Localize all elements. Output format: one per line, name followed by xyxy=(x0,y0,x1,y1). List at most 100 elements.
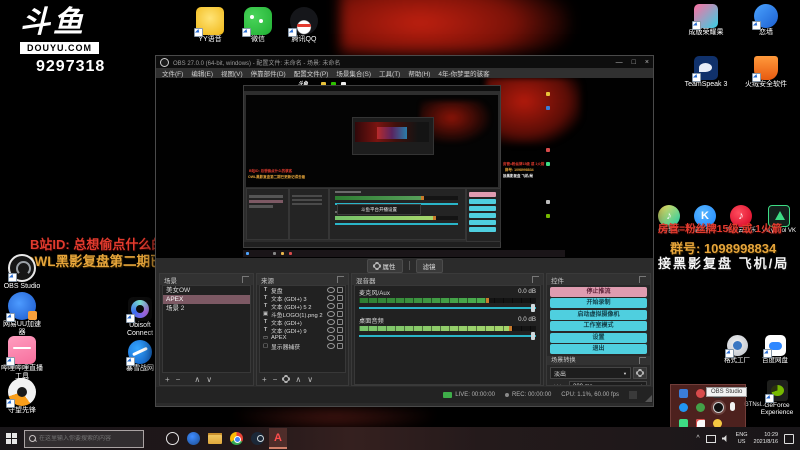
dock-pin-icon[interactable] xyxy=(337,276,344,283)
lock-icon[interactable] xyxy=(337,319,343,325)
source-row[interactable]: T 文本 (GDI+) 9 xyxy=(260,326,345,335)
source-properties-icon[interactable] xyxy=(283,376,290,382)
source-row[interactable]: ▢ 显示器捕获 xyxy=(260,342,345,351)
desktop-icon-yy[interactable]: YY语音 xyxy=(188,7,232,44)
duration-stepper[interactable]: 300 ms▲▼ xyxy=(569,381,647,385)
edge-icon[interactable] xyxy=(187,432,200,445)
volume-tray-icon[interactable] xyxy=(721,435,727,442)
scenes-list[interactable]: 美女OW APEX 场景 2 xyxy=(162,285,251,373)
lock-icon[interactable] xyxy=(337,287,343,293)
tray-app-icon[interactable] xyxy=(696,389,705,398)
file-explorer-icon[interactable] xyxy=(208,433,222,444)
maximize-button[interactable]: □ xyxy=(632,59,636,66)
transition-select[interactable]: 淡出 ▼ xyxy=(550,367,631,379)
action-center-icon[interactable] xyxy=(784,433,794,444)
scene-item[interactable]: 美女OW xyxy=(163,286,250,295)
lock-icon[interactable] xyxy=(337,327,343,333)
scene-up-button[interactable]: ∧ xyxy=(194,375,200,384)
menu-docks[interactable]: 停靠部件(D) xyxy=(251,68,286,78)
search-input[interactable] xyxy=(25,434,143,443)
tray-app-icon[interactable] xyxy=(679,403,688,412)
lock-icon[interactable] xyxy=(337,335,343,341)
tray-app-icon[interactable] xyxy=(696,403,705,412)
tray-mic-icon[interactable] xyxy=(730,402,735,411)
lock-icon[interactable] xyxy=(337,303,343,309)
dock-pin-icon[interactable] xyxy=(242,276,249,283)
sources-list[interactable]: T 复盘 T 文本 (GDI+) 3 T 文本 (GDI+) 5 2 ▣ 斗鱼LOGO(… xyxy=(259,285,346,373)
cortana-icon[interactable] xyxy=(166,432,179,445)
desktop-icon-baidu-netdisk[interactable]: 百度网盘 xyxy=(754,335,796,364)
menu-profile[interactable]: 配置文件(P) xyxy=(294,68,329,78)
lock-icon[interactable] xyxy=(337,343,343,349)
desktop-icon-huorong[interactable]: 火绒安全软件 xyxy=(744,56,788,89)
start-recording-button[interactable]: 开始录制 xyxy=(550,298,647,308)
menu-custom[interactable]: 4年-你梦里的骇客 xyxy=(438,68,489,78)
lock-icon[interactable] xyxy=(337,311,343,317)
chrome-icon[interactable] xyxy=(230,432,243,445)
scene-item-selected[interactable]: APEX xyxy=(163,295,250,304)
start-virtual-camera-button[interactable]: 启动虚拟摄像机 xyxy=(550,309,647,320)
dock-pin-icon[interactable] xyxy=(639,357,646,364)
resize-grip[interactable] xyxy=(645,395,652,402)
menu-scene-collection[interactable]: 场景集合(S) xyxy=(336,68,371,78)
tray-obs-icon[interactable] xyxy=(713,402,724,413)
visibility-eye-icon[interactable] xyxy=(327,287,335,293)
settings-button[interactable]: 设置 xyxy=(550,332,647,343)
visibility-eye-icon[interactable] xyxy=(327,327,335,333)
visibility-eye-icon[interactable] xyxy=(327,303,335,309)
remove-scene-button[interactable]: − xyxy=(176,375,181,384)
desktop-icon-qq[interactable]: 腾讯QQ xyxy=(282,7,326,44)
desktop-audio-volume-slider[interactable] xyxy=(359,332,536,340)
desktop-icon-wechat[interactable]: 微信 xyxy=(236,7,280,44)
desktop-icon-bili-tool[interactable]: 哔哩哔哩直播 工具 xyxy=(0,336,44,381)
scene-item[interactable]: 场景 2 xyxy=(163,304,250,313)
tray-expand-chevron[interactable]: ^ xyxy=(696,435,699,442)
dock-pin-icon[interactable] xyxy=(639,276,646,283)
stop-streaming-button[interactable]: 停止推流 xyxy=(550,286,647,297)
desktop-icon-geforce[interactable]: GeForce Experience xyxy=(756,380,798,417)
display-tray-icon[interactable] xyxy=(705,434,716,443)
menu-edit[interactable]: 编辑(E) xyxy=(191,68,213,78)
menu-tools[interactable]: 工具(T) xyxy=(379,68,400,78)
studio-mode-button[interactable]: 工作室模式 xyxy=(550,321,647,331)
desktop-icon-lianqiang[interactable]: 恋墙 xyxy=(744,4,788,37)
visibility-eye-icon[interactable] xyxy=(327,335,335,341)
properties-button[interactable]: 属性 xyxy=(366,258,403,273)
filters-button[interactable]: 滤镜 xyxy=(415,258,443,273)
visibility-eye-icon[interactable] xyxy=(327,343,335,349)
desktop-icon-obs[interactable]: OBS Studio xyxy=(0,254,44,291)
obs-titlebar[interactable]: OBS 27.0.0 (64-bit, windows) - 配置文件: 未命名… xyxy=(156,56,653,68)
visibility-eye-icon[interactable] xyxy=(327,319,335,325)
language-indicator[interactable]: ENG US xyxy=(736,432,748,445)
apex-taskbar-icon-active[interactable]: A xyxy=(269,428,287,449)
desktop-icon-overwatch[interactable]: 守望先锋 xyxy=(0,378,44,415)
desktop-icon-format-factory[interactable]: 格式工厂 xyxy=(716,335,758,364)
desktop-icon-uu[interactable]: 网易UU加速 器 xyxy=(0,292,44,337)
source-down-button[interactable]: ∨ xyxy=(307,375,313,384)
close-button[interactable]: × xyxy=(645,59,649,66)
exit-button[interactable]: 退出 xyxy=(550,344,647,354)
mic-volume-slider[interactable] xyxy=(359,304,536,312)
obs-preview-canvas[interactable]: 斗鱼 DOUYU.COM 9297318 OBS 27.0.0 (64-bit,… xyxy=(156,78,653,258)
visibility-eye-icon[interactable] xyxy=(327,295,335,301)
visibility-eye-icon[interactable] xyxy=(327,311,335,317)
add-scene-button[interactable]: + xyxy=(165,375,170,384)
steam-icon[interactable] xyxy=(251,432,264,445)
remove-source-button[interactable]: − xyxy=(273,375,278,384)
obs-window[interactable]: OBS 27.0.0 (64-bit, windows) - 配置文件: 未命名… xyxy=(155,55,654,407)
dock-pin-icon[interactable] xyxy=(532,276,539,283)
minimize-button[interactable]: — xyxy=(616,59,623,66)
scene-down-button[interactable]: ∨ xyxy=(206,375,212,384)
start-button[interactable] xyxy=(0,427,22,450)
menu-view[interactable]: 视图(V) xyxy=(221,68,243,78)
transition-settings-button[interactable] xyxy=(633,367,647,379)
desktop-icon-rongyao[interactable]: 成版荣耀果 xyxy=(684,4,728,37)
menu-file[interactable]: 文件(F) xyxy=(162,68,183,78)
lock-icon[interactable] xyxy=(337,295,343,301)
source-up-button[interactable]: ∧ xyxy=(295,375,301,384)
desktop-icon-teamspeak[interactable]: TeamSpeak 3 xyxy=(684,56,728,89)
clock[interactable]: 10:29 2021/8/16 xyxy=(754,432,778,445)
add-source-button[interactable]: + xyxy=(262,375,267,384)
tray-app-icon[interactable] xyxy=(679,389,688,398)
taskbar-search[interactable] xyxy=(24,429,144,448)
